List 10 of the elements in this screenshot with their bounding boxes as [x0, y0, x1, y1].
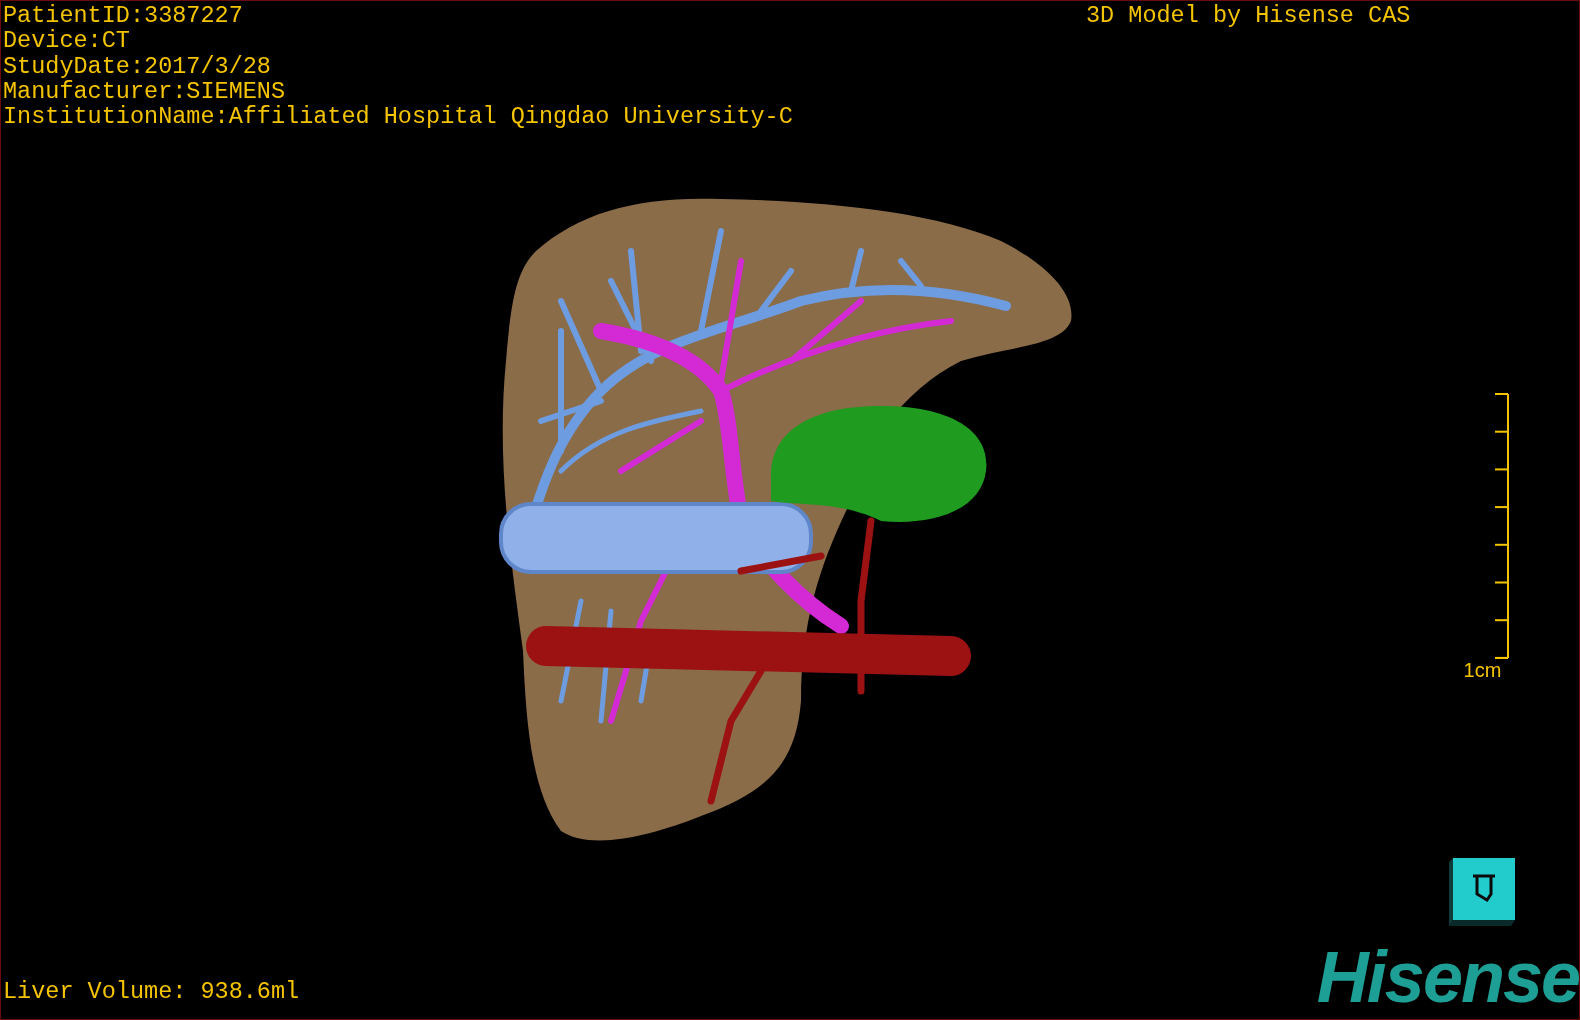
- orientation-cube-icon[interactable]: [1447, 856, 1517, 928]
- patient-info-line: Device:CT: [3, 28, 131, 54]
- scale-label: 1cm: [1463, 659, 1502, 681]
- viewer-title: 3D Model by Hisense CAS: [1086, 3, 1411, 28]
- patient-info-line: StudyDate:2017/3/28: [3, 53, 272, 79]
- patient-info-line: PatientID:3387227: [3, 3, 244, 29]
- liver-volume: Liver Volume: 938.6ml: [3, 979, 300, 1005]
- patient-info-line: Manufacturer:SIEMENS: [3, 78, 287, 105]
- brand-logo: Hisense: [1316, 941, 1579, 1013]
- patient-info-line: InstitutionName:Affiliated Hospital Qingdao University-C: [3, 104, 793, 130]
